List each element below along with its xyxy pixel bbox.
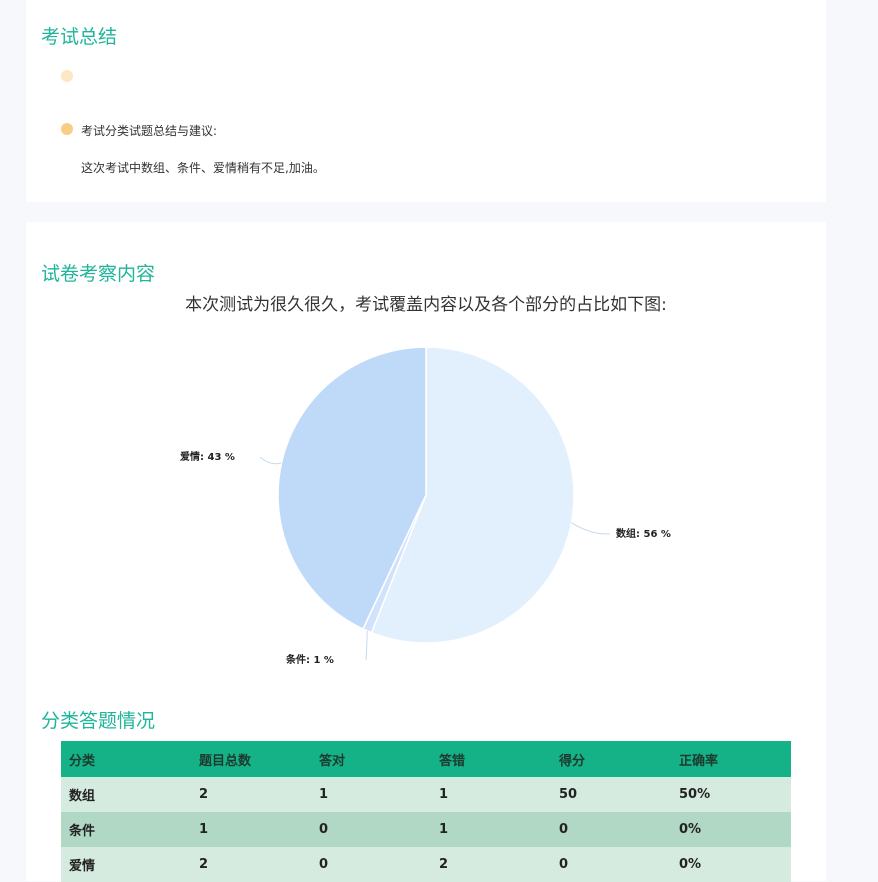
pie-slice-label: 数组: 56 %: [616, 527, 671, 540]
table-row: 爱情 2 0 2 0 0%: [61, 847, 791, 882]
exam-summary-card: 考试总结 考试分类试题总结与建议: 这次考试中数组、条件、爱情稍有不足,加油。: [26, 0, 826, 202]
pie-label-connector: [259, 456, 282, 465]
cell-total: 1: [191, 812, 311, 847]
table-row: 条件 1 0 1 0 0%: [61, 812, 791, 847]
cell-total: 2: [191, 777, 311, 812]
category-summary-label: 考试分类试题总结与建议:: [81, 124, 218, 138]
cell-score: 50: [551, 777, 671, 812]
cell-category: 数组: [61, 777, 191, 812]
bullet-dot-icon: [61, 123, 73, 135]
header-wrong: 答错: [431, 741, 551, 777]
cell-total: 2: [191, 847, 311, 882]
cell-correct: 1: [311, 777, 431, 812]
advice-text: 这次考试中数组、条件、爱情稍有不足,加油。: [81, 161, 325, 175]
cell-correct: 0: [311, 812, 431, 847]
header-accuracy: 正确率: [671, 741, 791, 777]
header-total: 题目总数: [191, 741, 311, 777]
pie-slice-label: 条件: 1 %: [285, 653, 334, 666]
cell-wrong: 1: [431, 777, 551, 812]
cell-category: 条件: [61, 812, 191, 847]
cell-category: 爱情: [61, 847, 191, 882]
cell-wrong: 1: [431, 812, 551, 847]
pie-label-connector: [571, 522, 611, 535]
cell-score: 0: [551, 812, 671, 847]
pie-label-connector: [365, 630, 368, 661]
cell-correct: 0: [311, 847, 431, 882]
category-stats-table: 分类 题目总数 答对 答错 得分 正确率 数组 2 1 1 50 50% 条件 …: [61, 741, 791, 882]
cell-accuracy: 0%: [671, 812, 791, 847]
exam-summary-title: 考试总结: [41, 26, 118, 48]
cell-accuracy: 50%: [671, 777, 791, 812]
cell-accuracy: 0%: [671, 847, 791, 882]
header-score: 得分: [551, 741, 671, 777]
category-answers-title: 分类答题情况: [41, 710, 156, 732]
header-correct: 答对: [311, 741, 431, 777]
exam-content-card: 试卷考察内容 本次测试为很久很久，考试覆盖内容以及各个部分的占比如下图: 数组:…: [26, 222, 826, 882]
cell-score: 0: [551, 847, 671, 882]
cell-wrong: 2: [431, 847, 551, 882]
pie-slice-label: 爱情: 43 %: [180, 450, 235, 463]
table-row: 数组 2 1 1 50 50%: [61, 777, 791, 812]
header-category: 分类: [61, 741, 191, 777]
coverage-pie-chart: 数组: 56 % 条件: 1 % 爱情: 43 %: [180, 346, 671, 666]
table-header-row: 分类 题目总数 答对 答错 得分 正确率: [61, 741, 791, 777]
bullet-dot-icon: [61, 70, 73, 82]
